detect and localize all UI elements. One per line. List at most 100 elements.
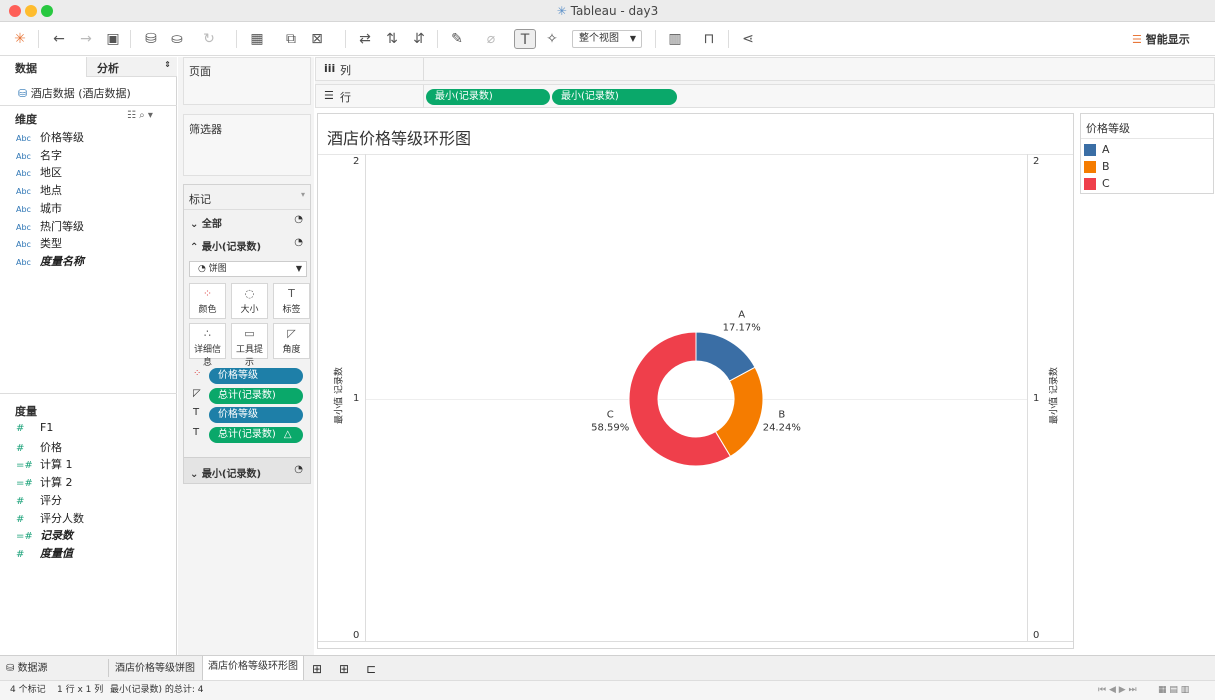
number-type-icon: # xyxy=(16,423,25,434)
pages-shelf[interactable]: 页面 xyxy=(183,57,311,105)
window-title: ✳ Tableau - day3 xyxy=(556,4,659,18)
dropdown-icon: ⇕ xyxy=(164,60,171,69)
swap-icon[interactable]: ⇄ xyxy=(354,29,376,49)
title-bar: ✳ Tableau - day3 xyxy=(0,0,1215,22)
marks-tooltip-button[interactable]: ▭ 工具提示 xyxy=(231,323,268,368)
redo-icon[interactable]: → xyxy=(75,29,97,49)
smart-show-button[interactable]: ☰ 智能显示 xyxy=(1132,31,1190,47)
chevron-down-icon: ▼ xyxy=(295,264,302,273)
dimension-field[interactable]: Abc 热门等级 xyxy=(16,218,171,235)
dimension-field[interactable]: Abc 名字 xyxy=(16,147,171,164)
new-sheet-icon[interactable]: ▦ xyxy=(246,29,268,49)
measure-field[interactable]: # 度量值 xyxy=(16,545,171,562)
measure-field[interactable]: =# 记录数 xyxy=(16,527,171,544)
save-icon[interactable]: ▣ xyxy=(102,29,124,49)
mark-type-select[interactable]: ◔ 饼图 ▼ xyxy=(189,261,307,277)
legend-item[interactable]: B xyxy=(1084,160,1110,174)
marks-layer-2[interactable]: ⌄ 最小(记录数) xyxy=(190,465,261,480)
view-mode-icon[interactable]: ▦ ▤ ▥ xyxy=(1158,681,1189,700)
measure-field[interactable]: =# 计算 1 xyxy=(16,456,171,473)
highlight-icon[interactable]: ✎ xyxy=(446,29,468,49)
measure-field[interactable]: # F1 xyxy=(16,421,171,438)
datasource-item[interactable]: ⛁ 酒店数据 (酒店数据) xyxy=(18,85,131,101)
group-icon[interactable]: ⌀ xyxy=(480,29,502,49)
pin-icon[interactable]: ✧ xyxy=(541,29,563,49)
dimension-field[interactable]: Abc 类型 xyxy=(16,235,171,252)
rows-shelf[interactable]: ☰ 行 最小(记录数) 最小(记录数) xyxy=(315,84,1215,108)
marks-layer-1[interactable]: ⌃ 最小(记录数) xyxy=(190,238,261,253)
marks-title: 标记 xyxy=(189,193,211,206)
color-dots-icon: ⁘ xyxy=(193,368,202,379)
columns-shelf[interactable]: iii 列 xyxy=(315,57,1215,81)
tab-data[interactable]: 数据 xyxy=(0,57,86,77)
undo-icon[interactable]: ← xyxy=(48,29,70,49)
y-tick-right: 2 xyxy=(1033,156,1040,167)
sort-desc-icon[interactable]: ⇵ xyxy=(408,29,430,49)
y-tick-left: 2 xyxy=(353,156,360,167)
marks-pill[interactable]: 价格等级 xyxy=(209,368,303,384)
share-icon[interactable]: ⋖ xyxy=(737,29,759,49)
list-view-icon[interactable]: ☷ ⌕ ▾ xyxy=(127,110,153,121)
marks-size-button[interactable]: ◌ 大小 xyxy=(231,283,268,319)
legend-item[interactable]: C xyxy=(1084,177,1110,191)
slice-category-label: B xyxy=(778,410,785,421)
toolbar: ✳ ← → ▣ ⛁ ⛀ ↻ ▦ ⧉ ⊠ ⇄ ⇅ ⇵ ✎ ⌀ T ✧ 整个视图 ▼ … xyxy=(0,22,1215,56)
datasource-menu-icon[interactable]: ⛀ xyxy=(166,29,188,49)
tableau-logo-icon: ✳ xyxy=(556,4,571,18)
field-name: 热门等级 xyxy=(40,219,84,233)
new-worksheet-icon[interactable]: ⊞ xyxy=(312,658,322,680)
sheet-nav-icon[interactable]: ⏮ ◀ ▶ ⏭ xyxy=(1098,681,1137,700)
marks-menu-icon[interactable]: ▾ xyxy=(301,190,305,199)
legend-label: B xyxy=(1102,160,1110,173)
new-story-icon[interactable]: ⊏ xyxy=(366,658,376,680)
row-pill-2[interactable]: 最小(记录数) xyxy=(552,89,677,105)
show-cards-icon[interactable]: ▥ xyxy=(664,29,686,49)
measure-field[interactable]: =# 计算 2 xyxy=(16,474,171,491)
angle-icon: ◸ xyxy=(193,387,201,399)
new-dashboard-icon[interactable]: ⊞ xyxy=(339,658,349,680)
tab-sheet-1[interactable]: 酒店价格等级饼图 xyxy=(115,658,195,680)
rows-icon: ☰ xyxy=(324,89,334,102)
view-fit-select[interactable]: 整个视图 ▼ xyxy=(572,30,642,48)
field-name: 城市 xyxy=(40,201,62,215)
legend-item[interactable]: A xyxy=(1084,143,1110,157)
measure-field[interactable]: # 评分人数 xyxy=(16,510,171,527)
pill-label: 价格等级 xyxy=(218,409,258,420)
dimension-field[interactable]: Abc 价格等级 xyxy=(16,129,171,146)
sort-asc-icon[interactable]: ⇅ xyxy=(381,29,403,49)
marks-label-button[interactable]: T 标签 xyxy=(273,283,310,319)
new-datasource-icon[interactable]: ⛁ xyxy=(140,29,162,49)
clear-sheet-icon[interactable]: ⊠ xyxy=(306,29,328,49)
marks-pill[interactable]: 总计(记录数) xyxy=(209,387,303,404)
marks-card: 标记 ▾ ⌄ 全部 ◔ ⌃ 最小(记录数) ◔ ◔ 饼图 ▼ ⁘ 颜色 ◌ 大小 T 标签 ∴… xyxy=(183,184,311,484)
dimension-field[interactable]: Abc 度量名称 xyxy=(16,253,171,270)
measure-field[interactable]: # 评分 xyxy=(16,492,171,509)
row-pill-1[interactable]: 最小(记录数) xyxy=(426,89,550,105)
dimension-field[interactable]: Abc 地区 xyxy=(16,164,171,181)
marks-button-label: 详细信息 xyxy=(193,345,221,368)
duplicate-sheet-icon[interactable]: ⧉ xyxy=(280,29,302,49)
dimension-field[interactable]: Abc 城市 xyxy=(16,200,171,217)
marks-pill[interactable]: 总计(记录数) △ xyxy=(209,426,303,443)
marks-color-button[interactable]: ⁘ 颜色 xyxy=(189,283,226,319)
tab-sheet-2[interactable]: 酒店价格等级环形图 xyxy=(202,656,304,681)
marks-all-layer[interactable]: ⌄ 全部 xyxy=(190,215,222,230)
string-type-icon: Abc xyxy=(16,151,31,161)
measure-field[interactable]: # 价格 xyxy=(16,439,171,456)
presentation-icon[interactable]: ⊓ xyxy=(698,29,720,49)
refresh-icon[interactable]: ↻ xyxy=(198,29,220,49)
dimension-field[interactable]: Abc 地点 xyxy=(16,182,171,199)
marks-pill[interactable]: 价格等级 xyxy=(209,407,303,423)
marks-angle-button[interactable]: ◸ 角度 xyxy=(273,323,310,359)
slice-value-label: 24.24% xyxy=(763,423,801,434)
tab-datasource[interactable]: ⛁ 数据源 xyxy=(6,658,48,680)
marks-detail-button[interactable]: ∴ 详细信息 xyxy=(189,323,226,368)
field-name: 计算 2 xyxy=(40,476,73,490)
smart-show-icon: ☰ xyxy=(1132,33,1146,46)
y-axis-title-right: 最小值 记录数 xyxy=(1049,367,1060,424)
tableau-home-icon[interactable]: ✳ xyxy=(9,29,31,49)
tab-analysis[interactable]: 分析 ⇕ xyxy=(86,57,177,77)
show-labels-icon[interactable]: T xyxy=(514,29,536,49)
sheet-tabs-bar: ⛁ 数据源 酒店价格等级饼图 酒店价格等级环形图 ⊞ ⊞ ⊏ xyxy=(0,655,1215,681)
filters-shelf[interactable]: 筛选器 xyxy=(183,114,311,176)
